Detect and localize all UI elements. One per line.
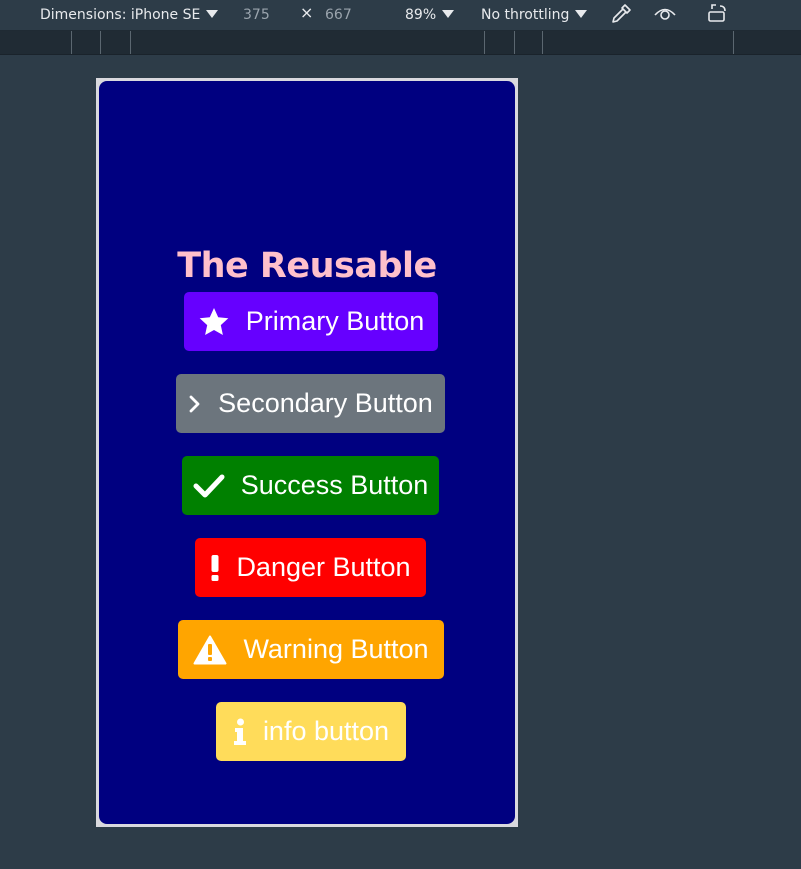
ruler-tick (542, 31, 543, 54)
ruler-tick (100, 31, 101, 54)
dimensions-label: Dimensions: iPhone SE (40, 7, 201, 23)
ruler-tick (484, 31, 485, 54)
warning-button[interactable]: Warning Button (178, 620, 444, 679)
zoom-dropdown[interactable]: 89% (405, 6, 455, 24)
media-query-ruler (0, 31, 801, 55)
secondary-button[interactable]: Secondary Button (176, 374, 445, 433)
warning-button-label: Warning Button (243, 634, 429, 664)
ruler-tick (130, 31, 131, 54)
dimensions-caret-icon (206, 10, 219, 18)
chevron-right-icon (188, 393, 202, 415)
success-button[interactable]: Success Button (182, 456, 439, 515)
primary-button-label: Primary Button (245, 306, 425, 336)
app-viewport: The Reusable Buttons: Primary Button Sec… (99, 81, 515, 824)
primary-button[interactable]: Primary Button (184, 292, 438, 351)
info-button-label: info button (262, 716, 390, 746)
danger-button[interactable]: Danger Button (195, 538, 426, 597)
dimensions-dropdown[interactable]: Dimensions: iPhone SE (40, 6, 219, 24)
throttling-label: No throttling (481, 7, 570, 23)
ruler-tick (514, 31, 515, 54)
danger-button-label: Danger Button (236, 552, 411, 582)
vision-deficiency-icon[interactable] (652, 1, 678, 27)
ruler-tick (71, 31, 72, 54)
dimension-separator: × (300, 3, 314, 22)
exclamation-icon (210, 554, 220, 582)
star-icon (198, 307, 230, 337)
success-button-label: Success Button (240, 470, 429, 500)
device-frame: The Reusable Buttons: Primary Button Sec… (96, 78, 518, 827)
height-input[interactable]: 667 (325, 6, 352, 24)
info-button[interactable]: info button (216, 702, 406, 761)
width-input[interactable]: 375 (243, 6, 270, 24)
device-toolbar: Dimensions: iPhone SE 375 × 667 89% No t… (0, 0, 801, 31)
throttling-caret-icon (575, 10, 588, 18)
info-icon (233, 718, 247, 746)
warning-triangle-icon (193, 635, 227, 665)
eyedropper-icon[interactable] (608, 1, 634, 27)
throttling-dropdown[interactable]: No throttling (481, 6, 588, 24)
secondary-button-label: Secondary Button (218, 388, 433, 418)
zoom-label: 89% (405, 7, 437, 23)
zoom-caret-icon (442, 10, 455, 18)
rotate-icon[interactable] (704, 1, 730, 27)
check-icon (193, 473, 225, 499)
ruler-tick (733, 31, 734, 54)
